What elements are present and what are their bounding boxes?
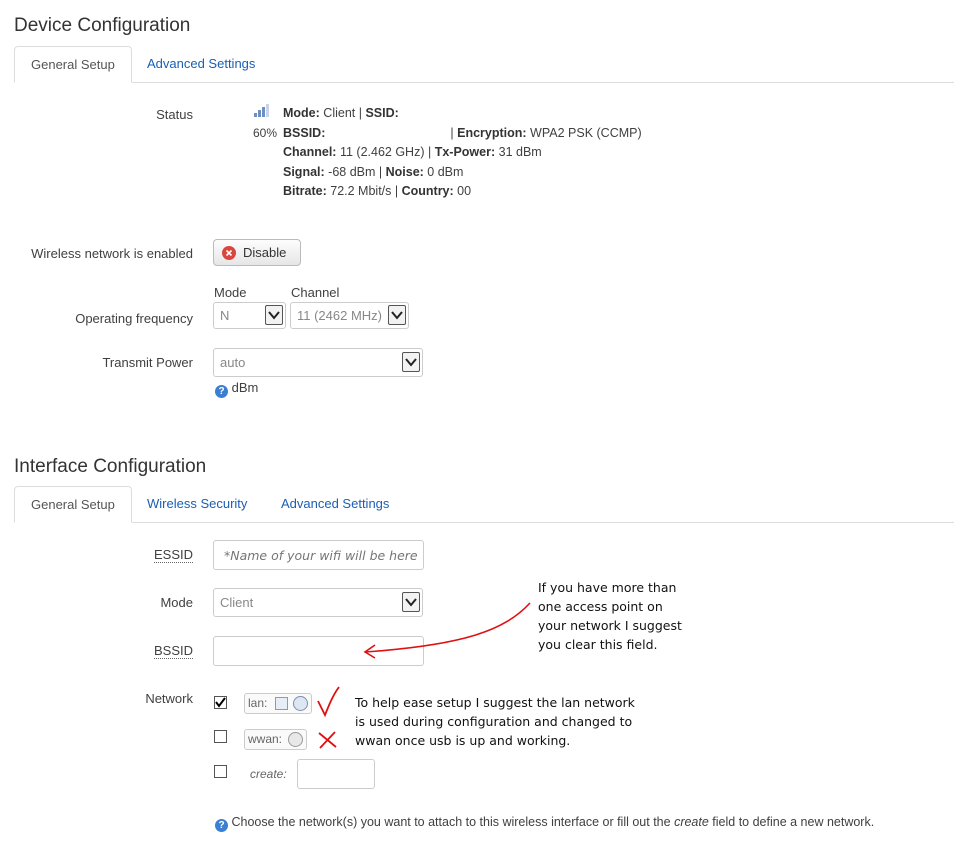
mode-label: Mode bbox=[160, 595, 193, 610]
frequency-mode-value: N bbox=[220, 308, 230, 323]
signal-percent: 60% bbox=[253, 126, 278, 140]
bssid-label: BSSID bbox=[153, 643, 193, 659]
tab-advanced-settings[interactable]: Advanced Settings bbox=[265, 486, 405, 521]
frequency-channel-select[interactable]: 11 (2462 MHz) bbox=[290, 302, 409, 329]
tab-wireless-security[interactable]: Wireless Security bbox=[131, 486, 263, 521]
tab-general-setup[interactable]: General Setup bbox=[14, 486, 132, 523]
chevron-down-icon bbox=[265, 305, 283, 325]
frequency-mode-select[interactable]: N bbox=[213, 302, 286, 329]
tab-general-setup[interactable]: General Setup bbox=[14, 46, 132, 83]
wifi-icon bbox=[293, 696, 308, 711]
wwan-network-badge: wwan: bbox=[244, 729, 307, 750]
device-config-title: Device Configuration bbox=[14, 15, 191, 36]
help-icon: ? bbox=[215, 385, 228, 398]
tab-advanced-settings[interactable]: Advanced Settings bbox=[131, 46, 271, 81]
disable-button-label: Disable bbox=[243, 245, 287, 260]
wireless-enabled-label: Wireless network is enabled bbox=[31, 246, 193, 261]
essid-label: ESSID bbox=[153, 547, 193, 563]
disable-icon bbox=[222, 246, 236, 260]
create-label: create: bbox=[250, 767, 287, 781]
interface-config-title: Interface Configuration bbox=[14, 456, 207, 477]
frequency-channel-value: 11 (2462 MHz) bbox=[297, 308, 383, 323]
channel-header: Channel bbox=[291, 285, 340, 300]
wifi-icon bbox=[288, 732, 303, 747]
create-network-input[interactable] bbox=[297, 759, 375, 789]
create-checkbox[interactable] bbox=[214, 765, 227, 778]
lan-network-badge: lan: bbox=[244, 693, 312, 714]
transmit-power-value: auto bbox=[220, 355, 246, 370]
red-arrow-annotation bbox=[363, 602, 531, 659]
signal-strength-icon bbox=[253, 102, 269, 118]
wwan-checkbox[interactable] bbox=[214, 730, 227, 743]
bssid-annotation-note: If you have more than one access point o… bbox=[538, 580, 682, 652]
transmit-power-label: Transmit Power bbox=[102, 355, 193, 370]
essid-input[interactable] bbox=[213, 540, 424, 570]
mode-header: Mode bbox=[214, 285, 247, 300]
help-icon: ? bbox=[215, 819, 228, 832]
lan-annotation-note: To help ease setup I suggest the lan net… bbox=[355, 695, 635, 748]
disable-button[interactable]: Disable bbox=[213, 239, 301, 266]
chevron-down-icon bbox=[388, 305, 406, 325]
interface-mode-value: Client bbox=[220, 595, 254, 610]
network-label: Network bbox=[145, 691, 193, 706]
status-details: Mode: Client | SSID: BSSID: | Encryption:… bbox=[283, 106, 642, 198]
status-label: Status bbox=[156, 107, 193, 122]
red-cross-annotation bbox=[318, 731, 337, 749]
network-hint: ? Choose the network(s) you want to atta… bbox=[215, 815, 874, 832]
interface-tabbar: General Setup Wireless Security Advanced… bbox=[14, 486, 954, 523]
chevron-down-icon bbox=[402, 352, 420, 372]
transmit-power-select[interactable]: auto bbox=[213, 348, 423, 377]
red-checkmark-annotation bbox=[317, 686, 340, 718]
lan-checkbox[interactable] bbox=[214, 696, 227, 709]
transmit-power-unit: ? dBm bbox=[215, 380, 258, 398]
ethernet-icon bbox=[275, 697, 288, 710]
device-tabbar: General Setup Advanced Settings bbox=[14, 46, 954, 83]
operating-frequency-label: Operating frequency bbox=[75, 311, 193, 326]
